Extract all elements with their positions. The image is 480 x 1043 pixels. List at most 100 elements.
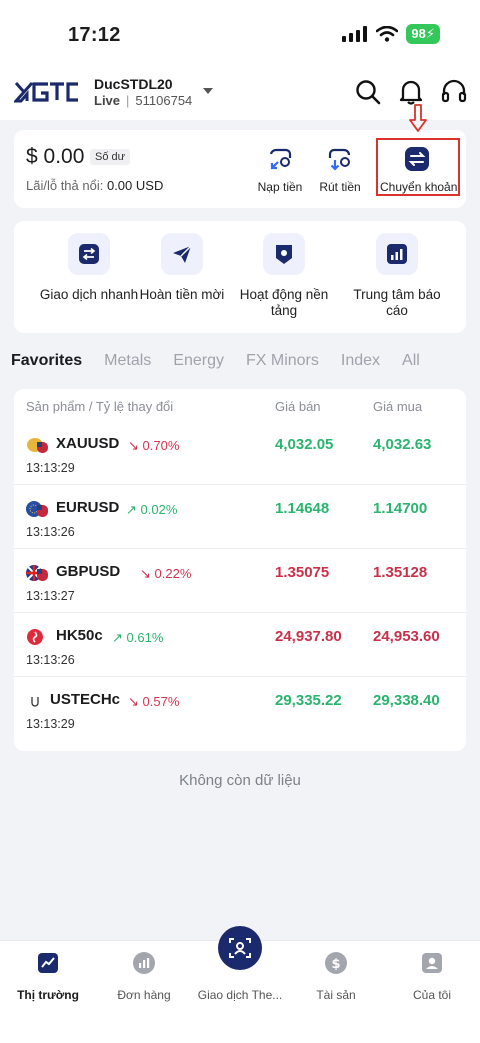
headset-support-icon[interactable]: [440, 78, 468, 106]
account-name[interactable]: DucSTDL20: [94, 76, 173, 92]
no-more-data-text: Không còn dữ liệu: [179, 772, 301, 789]
tab-favorites[interactable]: Favorites: [11, 352, 82, 370]
trend-down-icon: ↘: [128, 694, 139, 709]
sell-price[interactable]: 24,937.80: [275, 628, 342, 645]
tab-energy[interactable]: Energy: [173, 352, 224, 370]
battery-indicator: 98⚡: [406, 24, 440, 44]
withdraw-button[interactable]: Rút tiền: [304, 146, 376, 194]
pnl-label: Lãi/lỗ thả nổi:: [26, 178, 104, 193]
deposit-icon: [269, 148, 292, 170]
change-percent: ↗ 0.61%: [112, 630, 163, 646]
nav-profile-label: Của tôi: [412, 988, 452, 1002]
nav-copy-trade-label: Giao dịch The...: [197, 988, 283, 1002]
assets-icon: $: [325, 952, 347, 974]
gb-usd-flag-icon: [26, 565, 48, 581]
quote-time: 13:13:29: [26, 461, 75, 475]
change-value: 0.61%: [126, 630, 164, 645]
shield-icon: [276, 245, 292, 264]
sell-price[interactable]: 1.14648: [275, 500, 329, 517]
tab-fx-minors[interactable]: FX Minors: [246, 352, 319, 370]
eu-usd-flag-icon: [26, 501, 48, 517]
balance-amount: $ 0.00: [26, 145, 85, 168]
battery-level: 98: [411, 26, 426, 41]
table-row[interactable]: GBPUSD ↘ 0.22% 13:13:27 1.35075 1.35128: [14, 549, 466, 613]
nav-profile[interactable]: Của tôi: [384, 951, 480, 1002]
trend-up-icon: ↗: [126, 502, 137, 517]
clock: 17:12: [68, 24, 121, 46]
sell-price[interactable]: 1.35075: [275, 564, 329, 581]
gtc-logo: [14, 82, 78, 103]
account-switch-caret-icon[interactable]: [203, 88, 213, 94]
account-type: Live: [94, 93, 121, 108]
pnl-value: 0.00: [106, 178, 133, 193]
withdraw-icon: [328, 148, 351, 171]
nav-assets-label: Tài sản: [316, 988, 356, 1002]
market-tabs: Favorites Metals Energy FX Minors Index …: [11, 352, 442, 370]
balance-tag: Số dư: [90, 149, 130, 165]
change-percent: ↘ 0.22%: [140, 566, 191, 582]
buy-price[interactable]: 24,953.60: [373, 628, 440, 645]
system-icons: 98⚡: [342, 24, 440, 44]
copy-trade-icon: [229, 938, 251, 958]
send-icon-wrap: [161, 233, 203, 275]
quotes-table: Sản phẩm / Tỷ lệ thay đổi Giá bán Giá mu…: [14, 389, 466, 751]
quick-trade-icon-wrap: [68, 233, 110, 275]
bell-icon[interactable]: [397, 78, 425, 106]
change-value: 0.02%: [140, 502, 178, 517]
buy-price[interactable]: 4,032.63: [373, 436, 431, 453]
gold-usd-icon: [27, 438, 48, 453]
change-percent: ↘ 0.57%: [128, 694, 179, 710]
table-row[interactable]: EURUSD ↗ 0.02% 13:13:26 1.14648 1.14700: [14, 485, 466, 549]
account-number: 51106754: [135, 93, 193, 108]
buy-price[interactable]: 1.14700: [373, 500, 427, 517]
account-separator: |: [126, 93, 130, 108]
table-row[interactable]: USTECHc ↘ 0.57% 13:13:29 29,335.22 29,33…: [14, 677, 466, 741]
annotation-highlight-box: [376, 138, 460, 196]
nav-assets[interactable]: $ Tài sản: [288, 951, 384, 1002]
report-center-button[interactable]: Trung tâm báo cáo: [342, 233, 452, 319]
refund-invite-label: Hoàn tiền mời: [139, 287, 225, 302]
table-row[interactable]: HK50c ↗ 0.61% 13:13:26 24,937.80 24,953.…: [14, 613, 466, 677]
svg-text:$: $: [331, 957, 340, 972]
platform-activity-label: Hoạt động nền tảng: [239, 287, 329, 318]
floating-pnl: Lãi/lỗ thả nổi: 0.00 USD: [26, 178, 163, 193]
platform-activity-button[interactable]: Hoạt động nền tảng: [232, 233, 336, 319]
hk-flag-icon: [27, 629, 43, 645]
col-header-buy: Giá mua: [373, 399, 423, 414]
sell-price[interactable]: 4,032.05: [275, 436, 333, 453]
nav-market[interactable]: Thị trường: [0, 951, 96, 1002]
symbol: USTECHc: [50, 691, 121, 708]
refund-invite-button[interactable]: Hoàn tiền mời: [136, 233, 228, 303]
account-info[interactable]: Live | 51106754: [94, 93, 192, 108]
market-chart-icon: [38, 953, 58, 973]
change-value: 0.70%: [142, 438, 180, 453]
tab-index[interactable]: Index: [341, 352, 380, 370]
nav-market-label: Thị trường: [17, 988, 79, 1002]
quote-time: 13:13:29: [26, 717, 75, 731]
report-center-label: Trung tâm báo cáo: [353, 287, 441, 318]
status-bar: 17:12 98⚡: [0, 0, 480, 66]
quick-actions-card: Giao dịch nhanh Hoàn tiền mời Hoạt động …: [14, 221, 466, 333]
wifi-icon: [376, 26, 399, 42]
nav-orders[interactable]: Đơn hàng: [96, 951, 192, 1002]
send-icon: [173, 245, 192, 263]
tab-metals[interactable]: Metals: [104, 352, 151, 370]
buy-price[interactable]: 1.35128: [373, 564, 427, 581]
buy-price[interactable]: 29,338.40: [373, 692, 440, 709]
change-percent: ↘ 0.70%: [128, 438, 179, 454]
symbol: EURUSD: [56, 499, 120, 516]
quick-trade-button[interactable]: Giao dịch nhanh: [28, 233, 150, 303]
trend-down-icon: ↘: [128, 438, 139, 453]
tab-all[interactable]: All: [402, 352, 420, 370]
report-icon: [387, 244, 407, 264]
quick-trade-label: Giao dịch nhanh: [39, 287, 139, 302]
withdraw-label: Rút tiền: [319, 180, 361, 194]
sell-price[interactable]: 29,335.22: [275, 692, 342, 709]
trend-up-icon: ↗: [112, 630, 123, 645]
change-value: 0.57%: [142, 694, 180, 709]
search-icon[interactable]: [354, 78, 382, 106]
copy-trade-fab[interactable]: [218, 926, 262, 970]
col-header-sell: Giá bán: [275, 399, 321, 414]
charging-icon: ⚡: [425, 26, 435, 41]
table-row[interactable]: XAUUSD ↘ 0.70% 13:13:29 4,032.05 4,032.6…: [14, 421, 466, 485]
